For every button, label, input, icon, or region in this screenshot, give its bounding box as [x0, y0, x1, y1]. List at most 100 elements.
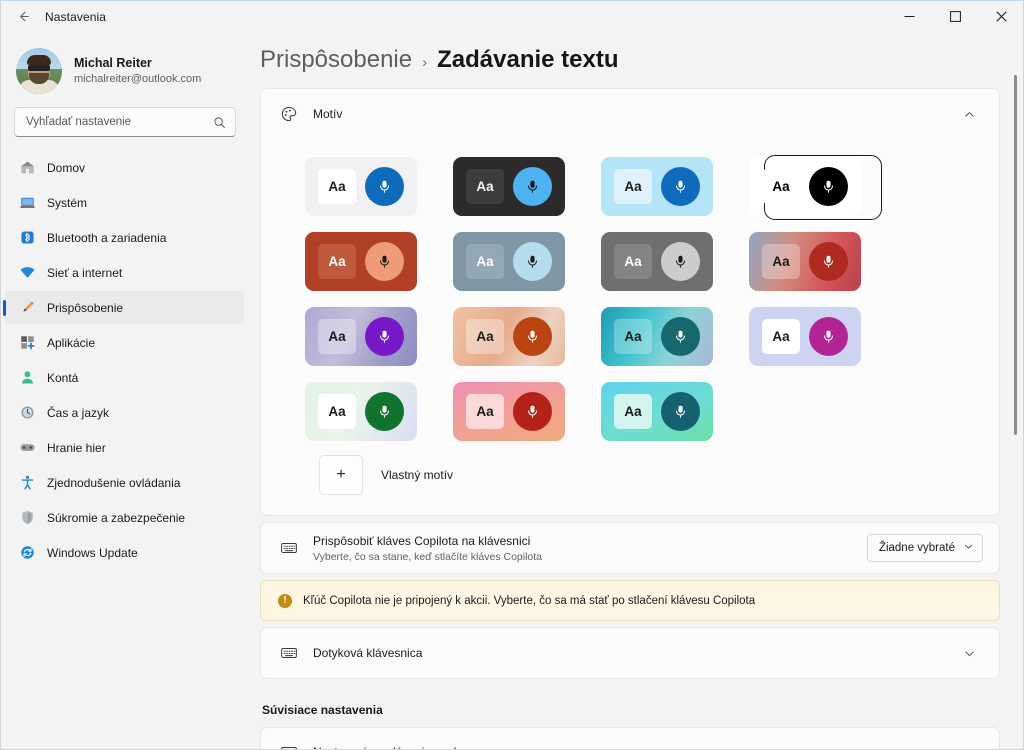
theme-preview-key: Aa: [614, 394, 652, 429]
theme-option-dark-default[interactable]: Aa: [453, 149, 601, 224]
theme-preview-tile: Aa: [749, 232, 861, 291]
settings-scroll-area: Motív AaAaAaAaAaAaAaAaAaAaAaAaAaAaAa: [260, 88, 1006, 741]
sidebar: Michal Reiter michalreiter@outlook.com V…: [0, 33, 250, 750]
scrollbar[interactable]: [1008, 33, 1022, 750]
breadcrumb-parent[interactable]: Prispôsobenie: [260, 46, 412, 74]
add-custom-theme-button[interactable]: +: [319, 455, 363, 495]
sidebar-item-network[interactable]: Sieť a internet: [5, 256, 244, 289]
maximize-button[interactable]: [932, 0, 978, 33]
sidebar-item-label: Súkromie a zabezpečenie: [47, 510, 185, 526]
copilot-key-card: Prispôsobiť kláves Copilota na klávesnic…: [260, 522, 1000, 574]
sidebar-item-label: Aplikácie: [47, 335, 95, 351]
theme-preview-tile: Aa: [601, 382, 713, 441]
copilot-key-dropdown-value: Žiadne vybraté: [879, 542, 955, 554]
theme-option-mint-white[interactable]: Aa: [305, 374, 453, 449]
theme-option-light-default[interactable]: Aa: [305, 149, 453, 224]
breadcrumb: Prispôsobenie › Zadávanie textu: [260, 33, 1006, 88]
settings-window: Nastavenia: [0, 0, 1024, 750]
minimize-button[interactable]: [886, 0, 932, 33]
chevron-up-icon[interactable]: [955, 100, 983, 128]
theme-option-grey[interactable]: Aa: [601, 224, 749, 299]
copilot-warning-text: Kľúč Copilota nie je pripojený k akcii. …: [303, 595, 755, 607]
sidebar-item-label: Windows Update: [47, 545, 138, 561]
palette-icon: [279, 104, 299, 124]
theme-option-pink-peach[interactable]: Aa: [453, 374, 601, 449]
theme-preview-key: Aa: [614, 169, 652, 204]
sidebar-item-accessibility[interactable]: Zjednodušenie ovládania: [5, 466, 244, 499]
chevron-down-icon[interactable]: [955, 639, 983, 667]
gaming-icon: [18, 439, 36, 457]
minimize-icon: [904, 11, 915, 22]
theme-preview-tile: Aa: [453, 232, 565, 291]
theme-card: Motív AaAaAaAaAaAaAaAaAaAaAaAaAaAaAa: [260, 88, 1000, 516]
microphone-icon: [513, 242, 552, 281]
theme-preview-tile: Aa: [453, 382, 565, 441]
sidebar-item-label: Systém: [47, 195, 87, 211]
back-button[interactable]: [6, 2, 40, 32]
search-input[interactable]: Vyhľadať nastavenie: [14, 107, 236, 137]
sidebar-item-system[interactable]: Systém: [5, 186, 244, 219]
system-icon: [18, 194, 36, 212]
theme-option-sunset-gradient[interactable]: Aa: [749, 224, 897, 299]
related-settings-label: Súvisiace nastavenia: [260, 685, 1000, 727]
sidebar-item-windows-update[interactable]: Windows Update: [5, 536, 244, 569]
theme-option-high-contrast-white[interactable]: Aa: [749, 149, 897, 224]
microphone-icon: [365, 167, 404, 206]
account-summary[interactable]: Michal Reiter michalreiter@outlook.com: [0, 33, 250, 107]
microphone-icon: [661, 317, 700, 356]
theme-option-aqua-mint[interactable]: Aa: [601, 374, 749, 449]
related-setting-card: Nastavenia zadávania znakov: [260, 727, 1000, 750]
theme-card-title: Motív: [313, 106, 941, 122]
theme-preview-tile: Aa: [305, 232, 417, 291]
theme-option-teal-wave[interactable]: Aa: [601, 299, 749, 374]
time-language-icon: [18, 404, 36, 422]
sidebar-item-accounts[interactable]: Kontá: [5, 361, 244, 394]
theme-option-slate-blue[interactable]: Aa: [453, 224, 601, 299]
theme-preview-key: Aa: [318, 319, 356, 354]
sidebar-item-time-language[interactable]: Čas a jazyk: [5, 396, 244, 429]
theme-option-lavender-wave[interactable]: Aa: [305, 299, 453, 374]
theme-preview-key: Aa: [466, 394, 504, 429]
arrow-left-icon: [16, 9, 31, 24]
theme-preview-key: Aa: [318, 394, 356, 429]
network-icon: [18, 264, 36, 282]
copilot-key-row[interactable]: Prispôsobiť kláves Copilota na klávesnic…: [261, 523, 999, 573]
theme-preview-key: Aa: [762, 169, 800, 204]
copilot-key-subtitle: Vyberte, čo sa stane, keď stlačíte kláve…: [313, 550, 853, 564]
sidebar-item-domov[interactable]: Domov: [5, 151, 244, 184]
theme-option-light-blue[interactable]: Aa: [601, 149, 749, 224]
theme-preview-tile: Aa: [749, 157, 861, 216]
bluetooth-icon: [18, 229, 36, 247]
theme-preview-key: Aa: [318, 244, 356, 279]
scrollbar-thumb[interactable]: [1014, 75, 1017, 435]
close-icon: [996, 11, 1007, 22]
touch-keyboard-row[interactable]: Dotyková klávesnica: [261, 628, 999, 678]
home-icon: [18, 159, 36, 177]
touch-keyboard-icon: [279, 643, 299, 663]
sidebar-item-gaming[interactable]: Hranie hier: [5, 431, 244, 464]
sidebar-item-label: Hranie hier: [47, 440, 106, 456]
theme-option-peach-wave[interactable]: Aa: [453, 299, 601, 374]
close-button[interactable]: [978, 0, 1024, 33]
sidebar-item-privacy[interactable]: Súkromie a zabezpečenie: [5, 501, 244, 534]
theme-card-header[interactable]: Motív: [261, 89, 999, 139]
theme-grid: AaAaAaAaAaAaAaAaAaAaAaAaAaAaAa: [261, 149, 999, 449]
theme-option-brick-red[interactable]: Aa: [305, 224, 453, 299]
accessibility-icon: [18, 474, 36, 492]
theme-preview-tile: Aa: [305, 307, 417, 366]
theme-grid-container: AaAaAaAaAaAaAaAaAaAaAaAaAaAaAa + Vlastný…: [261, 139, 999, 515]
theme-option-periwinkle[interactable]: Aa: [749, 299, 897, 374]
microphone-icon: [513, 167, 552, 206]
theme-preview-key: Aa: [466, 244, 504, 279]
sidebar-item-apps[interactable]: Aplikácie: [5, 326, 244, 359]
related-setting-row[interactable]: Nastavenia zadávania znakov: [261, 728, 999, 750]
page-title: Zadávanie textu: [437, 46, 618, 74]
copilot-key-dropdown[interactable]: Žiadne vybraté: [867, 534, 983, 562]
chevron-down-icon: [963, 541, 974, 555]
sidebar-item-personalization[interactable]: Prispôsobenie: [5, 291, 244, 324]
sidebar-item-bluetooth[interactable]: Bluetooth a zariadenia: [5, 221, 244, 254]
maximize-icon: [950, 11, 961, 22]
custom-theme-row[interactable]: + Vlastný motív: [261, 449, 999, 509]
sidebar-item-label: Bluetooth a zariadenia: [47, 230, 166, 246]
sidebar-item-label: Zjednodušenie ovládania: [47, 475, 180, 491]
